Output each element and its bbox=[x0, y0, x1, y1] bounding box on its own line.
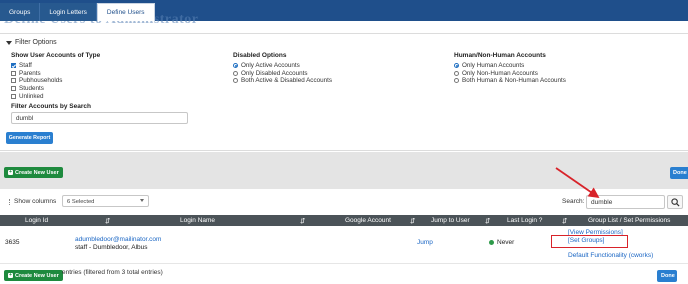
col-login-name[interactable]: Login Name bbox=[180, 215, 215, 226]
default-functionality-link[interactable]: Default Functionality (cworks) bbox=[568, 252, 653, 259]
human-accounts-heading: Human/Non-Human Accounts bbox=[454, 52, 546, 59]
sort-icon[interactable]: ⇵ bbox=[300, 215, 305, 226]
option-label: Only Active Accounts bbox=[241, 62, 300, 70]
checkbox-pubhouseholds[interactable] bbox=[11, 78, 16, 84]
col-last-login[interactable]: Last Login ? bbox=[507, 215, 542, 226]
human-both[interactable]: Both Human & Non-Human Accounts bbox=[454, 77, 566, 85]
checkbox-students[interactable] bbox=[11, 86, 16, 92]
table-header: Login Id ⇵ Login Name ⇵ Google Account ⇵… bbox=[0, 215, 688, 226]
highlight-box bbox=[551, 235, 628, 248]
radio-only-disabled[interactable] bbox=[233, 70, 238, 76]
option-label: Only Disabled Accounts bbox=[241, 69, 308, 77]
filter-search-label: Filter Accounts by Search bbox=[11, 103, 91, 110]
done-button-top[interactable]: Done bbox=[670, 167, 688, 179]
table-search-label: Search: bbox=[562, 198, 585, 205]
last-login-value: Never bbox=[497, 239, 515, 246]
generate-report-button[interactable]: Generate Report bbox=[6, 132, 53, 144]
chevron-down-icon bbox=[140, 199, 144, 202]
user-display-name: staff - Dumbledoor, Albus bbox=[75, 244, 148, 251]
actions-bar: + Create New User Done bbox=[0, 152, 688, 189]
create-new-user-label: Create New User bbox=[15, 272, 59, 279]
option-label: Only Non-Human Accounts bbox=[462, 69, 538, 77]
table-search-input[interactable]: dumble bbox=[586, 195, 665, 209]
radio-both-human[interactable] bbox=[454, 78, 459, 84]
account-type-students[interactable]: Students bbox=[11, 85, 100, 93]
sort-icon[interactable]: ⇵ bbox=[105, 215, 110, 226]
account-type-pubhouseholds[interactable]: Pubhouseholds bbox=[11, 77, 100, 85]
jump-link[interactable]: Jump bbox=[417, 239, 433, 246]
disabled-options-heading: Disabled Options bbox=[233, 52, 287, 59]
human-accounts-group: Human/Non-Human Accounts Only Human Acco… bbox=[454, 52, 566, 85]
option-label: Students bbox=[19, 85, 44, 93]
tab-groups[interactable]: Groups bbox=[0, 3, 41, 21]
account-type-heading: Show User Accounts of Type bbox=[11, 52, 101, 59]
radio-only-non-human[interactable] bbox=[454, 70, 459, 76]
last-login: Never bbox=[489, 239, 514, 246]
option-label: Only Human Accounts bbox=[462, 62, 525, 70]
plus-icon: + bbox=[8, 169, 13, 175]
account-type-unlinked[interactable]: Unlinked bbox=[11, 92, 100, 100]
radio-only-active[interactable] bbox=[233, 63, 238, 69]
account-type-parents[interactable]: Parents bbox=[11, 70, 100, 78]
sort-icon[interactable]: ⇵ bbox=[562, 215, 567, 226]
checkbox-unlinked[interactable] bbox=[11, 93, 16, 99]
app-header: Define Users to Administrator Groups Log… bbox=[0, 0, 688, 27]
account-type-staff[interactable]: Staff bbox=[11, 62, 100, 70]
tab-bar: Groups Login Letters Define Users bbox=[0, 3, 155, 21]
option-label: Parents bbox=[19, 69, 41, 77]
sort-icon[interactable]: ⇵ bbox=[485, 215, 490, 226]
disabled-only-disabled[interactable]: Only Disabled Accounts bbox=[233, 70, 332, 78]
human-only-human[interactable]: Only Human Accounts bbox=[454, 62, 566, 70]
option-label: Both Active & Disabled Accounts bbox=[241, 77, 333, 85]
col-group-list[interactable]: Group List / Set Permissions bbox=[588, 215, 670, 226]
table-controls: Show columns 6 Selected Search: dumble bbox=[0, 190, 688, 214]
cell-login-id: 3635 bbox=[5, 239, 20, 246]
user-email-link[interactable]: adumbledoor@mailinator.com bbox=[75, 236, 161, 243]
col-jump-to-user[interactable]: Jump to User bbox=[431, 215, 470, 226]
filter-search-input[interactable]: dumbl bbox=[11, 112, 188, 124]
account-type-group: Show User Accounts of Type Staff Parents… bbox=[11, 52, 100, 100]
radio-only-human[interactable] bbox=[454, 63, 459, 69]
plus-icon: + bbox=[8, 272, 13, 278]
tab-define-users[interactable]: Define Users bbox=[96, 3, 155, 21]
show-columns-select[interactable]: 6 Selected bbox=[62, 195, 149, 207]
tab-login-letters[interactable]: Login Letters bbox=[40, 3, 97, 21]
status-dot-icon bbox=[489, 239, 494, 245]
col-google-account[interactable]: Google Account bbox=[345, 215, 391, 226]
filter-options-title: Filter Options bbox=[15, 39, 57, 46]
create-new-user-label: Create New User bbox=[15, 169, 59, 176]
checkbox-parents[interactable] bbox=[11, 70, 16, 76]
option-label: Unlinked bbox=[19, 92, 44, 100]
show-columns-label: Show columns bbox=[14, 198, 57, 205]
create-new-user-button-bottom[interactable]: + Create New User bbox=[4, 270, 63, 281]
table-footer: + Create New User entries (filtered from… bbox=[0, 264, 688, 284]
create-new-user-button[interactable]: + Create New User bbox=[4, 167, 63, 178]
checkbox-staff[interactable] bbox=[11, 63, 16, 69]
filter-options-panel: Filter Options Show User Accounts of Typ… bbox=[0, 33, 688, 151]
disabled-both[interactable]: Both Active & Disabled Accounts bbox=[233, 77, 332, 85]
filter-options-toggle[interactable]: Filter Options bbox=[6, 39, 57, 46]
show-columns-value: 6 Selected bbox=[67, 198, 95, 205]
option-label: Pubhouseholds bbox=[19, 77, 63, 85]
option-label: Staff bbox=[19, 62, 32, 70]
sort-icon[interactable]: ⇵ bbox=[410, 215, 415, 226]
col-login-id[interactable]: Login Id bbox=[25, 215, 48, 226]
search-button[interactable] bbox=[667, 195, 683, 209]
disabled-only-active[interactable]: Only Active Accounts bbox=[233, 62, 332, 70]
entries-info: entries (filtered from 3 total entries) bbox=[62, 269, 163, 276]
option-label: Both Human & Non-Human Accounts bbox=[462, 77, 566, 85]
caret-down-icon bbox=[6, 40, 12, 45]
radio-both-active-disabled[interactable] bbox=[233, 78, 238, 84]
search-icon bbox=[670, 197, 680, 207]
drag-handle-icon bbox=[9, 199, 10, 205]
done-button-bottom[interactable]: Done bbox=[657, 270, 677, 282]
disabled-options-group: Disabled Options Only Active Accounts On… bbox=[233, 52, 332, 85]
human-only-non-human[interactable]: Only Non-Human Accounts bbox=[454, 70, 566, 78]
